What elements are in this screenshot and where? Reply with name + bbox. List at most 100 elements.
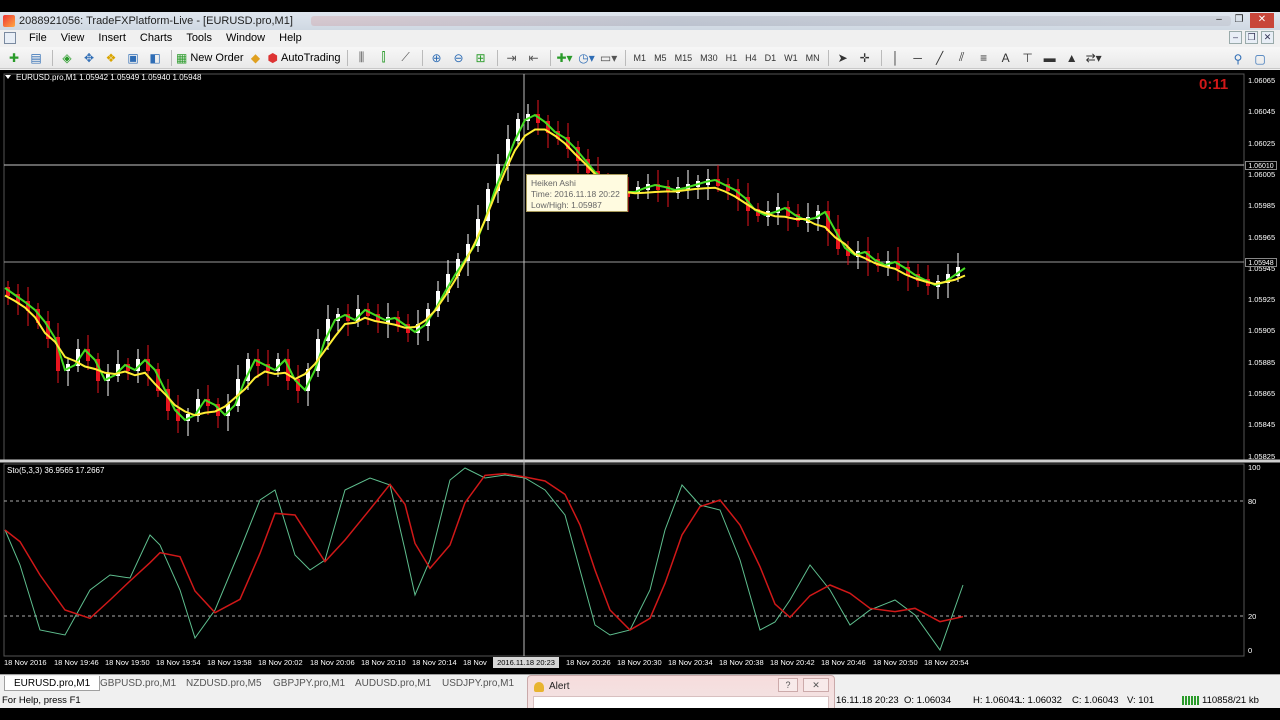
time-tick-label: 18 Nov 19:58 (207, 658, 252, 667)
community-button[interactable]: ▢ (1250, 50, 1270, 68)
menu-file[interactable]: File (22, 32, 54, 44)
time-tick-label: 18 Nov 20:14 (412, 658, 457, 667)
metaeditor-button[interactable]: ◆ (246, 49, 266, 67)
line-chart-icon: ⟋ (401, 50, 410, 64)
title-bar: 2088921056: TradeFXPlatform-Live - [EURU… (0, 12, 1280, 30)
bar-chart-button[interactable]: ⫼ (352, 49, 372, 67)
status-high: H: 1.06043 (973, 695, 1020, 706)
toolbar-separator (549, 49, 551, 66)
bell-icon (534, 682, 544, 692)
vertical-line-icon: │ (891, 50, 900, 65)
alert-help-button[interactable]: ? (778, 678, 798, 692)
channel-button[interactable]: ⫽ (952, 49, 972, 67)
toolbar-separator (827, 49, 829, 66)
new-chart-button[interactable]: ✚ (4, 49, 24, 67)
toolbar-separator (624, 49, 626, 66)
chart-canvas[interactable] (0, 70, 1280, 674)
time-tick-label: 18 Nov 2016 (4, 658, 47, 667)
crosshair-icon: ✛ (859, 50, 870, 65)
autotrading-label: AutoTrading (281, 51, 341, 64)
market-watch-button[interactable]: ◈ (57, 49, 77, 67)
triangle-button[interactable]: ▲ (1062, 49, 1082, 67)
toolbar-separator (880, 49, 882, 66)
app-logo-icon (3, 15, 15, 27)
timeframe-d1[interactable]: D1 (761, 53, 781, 63)
menu-charts[interactable]: Charts (133, 32, 179, 44)
stochastic-level-label: 80 (1248, 497, 1257, 506)
text-tool-button[interactable]: A (996, 49, 1016, 67)
horizontal-line-icon: ─ (913, 50, 922, 65)
tab-nzdusd[interactable]: NZDUSD.pro,M5 (177, 676, 271, 691)
line-chart-button[interactable]: ⟋ (396, 49, 416, 67)
close-button[interactable]: ✕ (1250, 13, 1274, 28)
time-tick-label: 18 Nov 20:46 (821, 658, 866, 667)
price-tick-label: 1.06025 (1248, 138, 1276, 148)
timeframe-m1[interactable]: M1 (630, 53, 651, 63)
timeframe-h1[interactable]: H1 (722, 53, 742, 63)
timeframe-m15[interactable]: M15 (671, 53, 697, 63)
mdi-restore-button[interactable]: ❐ (1245, 31, 1258, 44)
time-tick-label: 18 Nov 20:02 (258, 658, 303, 667)
vertical-line-button[interactable]: │ (886, 49, 906, 67)
menu-insert[interactable]: Insert (91, 32, 133, 44)
auto-scroll-button[interactable]: ⇥ (502, 49, 522, 67)
menu-window[interactable]: Window (219, 32, 272, 44)
price-tag-bid: 1.05948 (1245, 258, 1277, 267)
menu-view[interactable]: View (54, 32, 92, 44)
chart-window-icon[interactable] (4, 32, 16, 44)
autotrading-button[interactable]: ⬢ AutoTrading (268, 49, 341, 67)
templates-button[interactable]: ▭▾ (599, 49, 619, 67)
menu-help[interactable]: Help (272, 32, 309, 44)
search-button[interactable]: ⚲ (1228, 50, 1248, 68)
crosshair-tool-button[interactable]: ✛ (855, 49, 875, 67)
menu-tools[interactable]: Tools (179, 32, 219, 44)
tab-usdjpy[interactable]: USDJPY.pro,M1 (433, 676, 523, 691)
toolbar-separator (171, 49, 172, 66)
zoom-out-button[interactable]: ⊖ (449, 49, 469, 67)
main-pane-frame (3, 73, 1245, 461)
minimize-button[interactable]: ‒ (1210, 13, 1228, 28)
timeframe-m5[interactable]: M5 (650, 53, 671, 63)
timeframe-m30[interactable]: M30 (696, 53, 722, 63)
indicators-button[interactable]: ✚▾ (555, 49, 575, 67)
periods-button[interactable]: ◷▾ (577, 49, 597, 67)
bar-countdown: 0:11 (1199, 76, 1229, 93)
price-tick-label: 1.06065 (1248, 76, 1276, 85)
bar-chart-icon: ⫼ (358, 50, 365, 64)
candle-tooltip: Heiken Ashi Time: 2016.11.18 20:22 Low/H… (526, 174, 628, 212)
horizontal-line-button[interactable]: ─ (908, 49, 928, 67)
tab-gbpjpy[interactable]: GBPJPY.pro,M1 (264, 676, 354, 691)
data-window-button[interactable]: ❖ (101, 49, 121, 67)
timeframe-w1[interactable]: W1 (780, 53, 802, 63)
tab-eurusd[interactable]: EURUSD.pro,M1 (4, 676, 101, 691)
fibonacci-button[interactable]: ≡ (974, 49, 994, 67)
new-order-button[interactable]: ▦ New Order (176, 49, 244, 67)
arrows-button[interactable]: ⇄▾ (1084, 49, 1104, 67)
app-window: 2088921056: TradeFXPlatform-Live - [EURU… (0, 0, 1280, 720)
trendline-icon: ╱ (936, 50, 944, 65)
plus-icon: ✚ (8, 50, 20, 65)
rectangle-button[interactable]: ▬ (1040, 49, 1060, 67)
tab-audusd[interactable]: AUDUSD.pro,M1 (346, 676, 440, 691)
timeframe-mn[interactable]: MN (802, 53, 824, 63)
tester-button[interactable]: ◧ (145, 49, 165, 67)
chart-shift-button[interactable]: ⇤ (524, 49, 544, 67)
navigator-button[interactable]: ✥ (79, 49, 99, 67)
zoom-in-icon: ⊕ (431, 50, 442, 65)
tab-gbpusd[interactable]: GBPUSD.pro,M1 (91, 676, 185, 691)
terminal-button[interactable]: ▣ (123, 49, 143, 67)
mdi-minimize-button[interactable]: ‒ (1229, 31, 1242, 44)
zoom-in-button[interactable]: ⊕ (427, 49, 447, 67)
maximize-button[interactable]: ❐ (1230, 13, 1248, 28)
timeframe-h4[interactable]: H4 (741, 53, 761, 63)
alert-close-button[interactable]: ✕ (803, 678, 829, 692)
candlestick-icon: ⫿ (381, 50, 386, 64)
trendline-button[interactable]: ╱ (930, 49, 950, 67)
text-label-button[interactable]: ⊤ (1018, 49, 1038, 67)
tile-windows-button[interactable]: ⊞ (471, 49, 491, 67)
candle-chart-button[interactable]: ⫿ (374, 49, 394, 67)
chart-window[interactable]: EURUSD.pro,M1 1.05942 1.05949 1.05940 1.… (0, 70, 1280, 674)
cursor-tool-button[interactable]: ➤ (833, 49, 853, 67)
mdi-close-button[interactable]: ✕ (1261, 31, 1274, 44)
profiles-button[interactable]: ▤ (26, 49, 46, 67)
